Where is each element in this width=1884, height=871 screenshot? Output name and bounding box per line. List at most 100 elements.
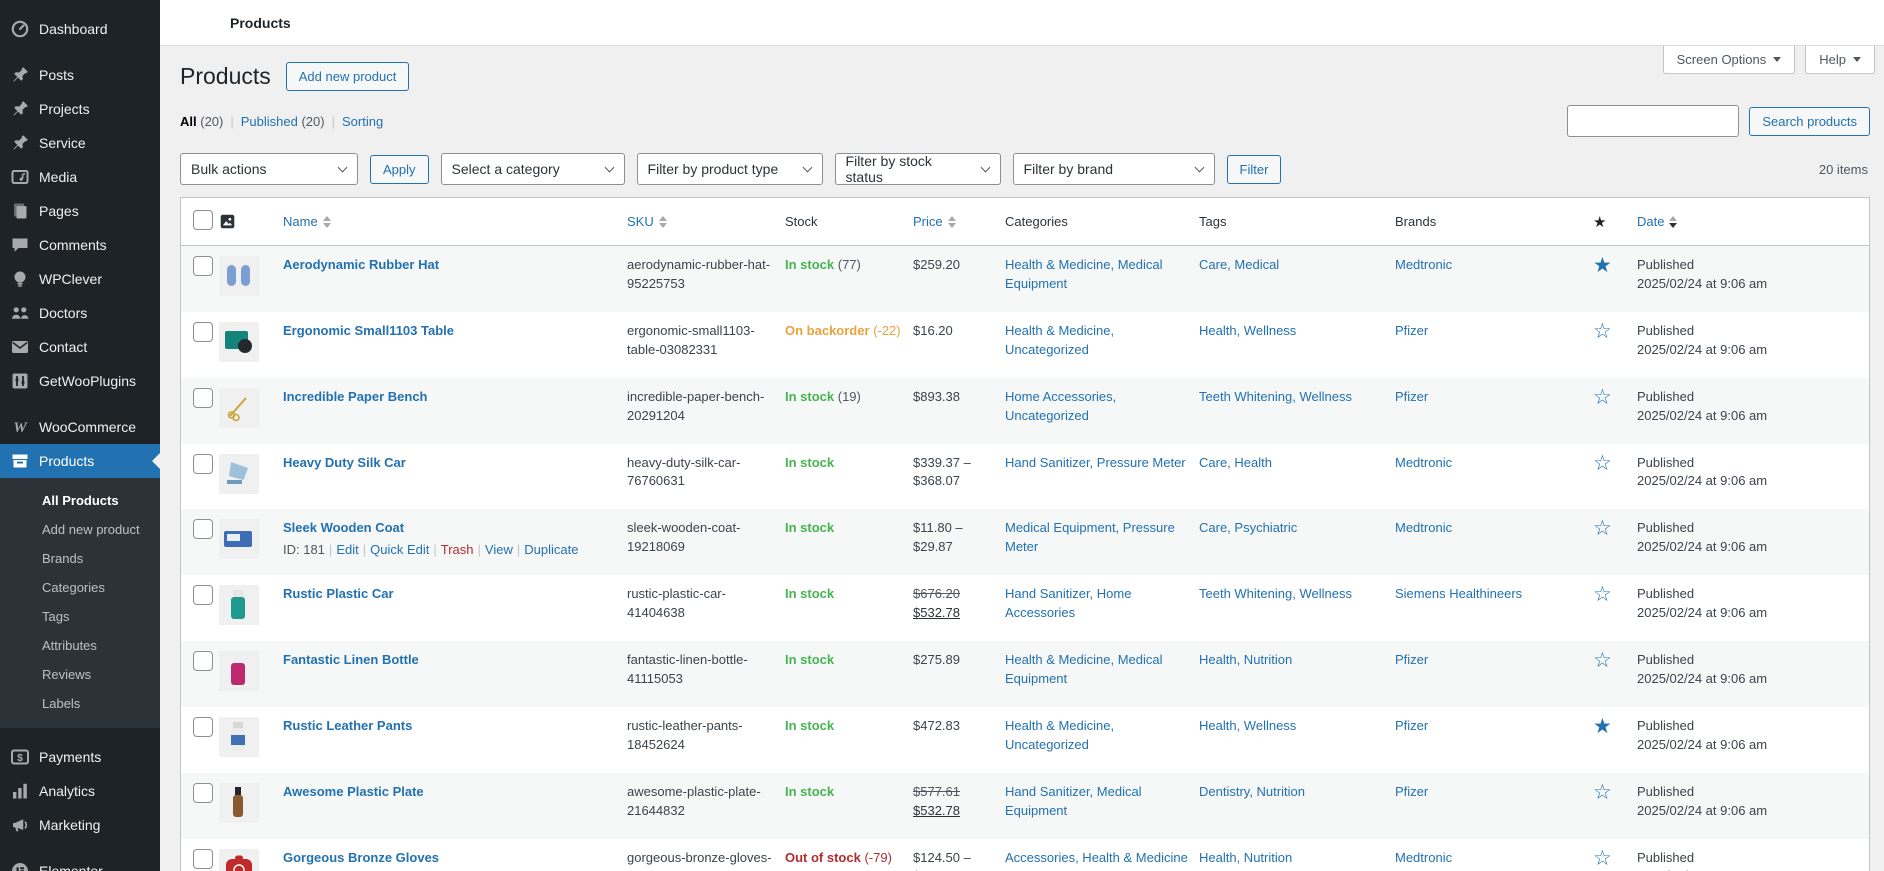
sidebar-item-contact[interactable]: Contact [0, 330, 160, 364]
product-brands[interactable]: Siemens Healthineers [1395, 586, 1522, 601]
view-published[interactable]: Published [241, 114, 298, 129]
row-checkbox[interactable] [193, 322, 213, 342]
view-sorting[interactable]: Sorting [342, 114, 383, 129]
star-outline-icon[interactable]: ☆ [1593, 649, 1612, 672]
product-thumbnail[interactable] [219, 585, 259, 625]
product-name-link[interactable]: Heavy Duty Silk Car [283, 455, 406, 470]
sort-by-name[interactable]: Name [283, 214, 331, 229]
sidebar-subitem-tags[interactable]: Tags [0, 602, 160, 631]
product-categories[interactable]: Health & Medicine, Uncategorized [1005, 323, 1114, 357]
filter-button[interactable]: Filter [1227, 155, 1282, 184]
product-categories[interactable]: Health & Medicine, Medical Equipment [1005, 257, 1163, 291]
product-brands[interactable]: Pfizer [1395, 323, 1428, 338]
product-thumbnail[interactable] [219, 256, 259, 296]
product-brands[interactable]: Medtronic [1395, 520, 1452, 535]
sidebar-item-doctors[interactable]: Doctors [0, 296, 160, 330]
product-tags[interactable]: Dentistry, Nutrition [1199, 784, 1305, 799]
sidebar-subitem-categories[interactable]: Categories [0, 573, 160, 602]
row-action-trash[interactable]: Trash [441, 542, 474, 557]
sidebar-subitem-reviews[interactable]: Reviews [0, 660, 160, 689]
star-outline-icon[interactable]: ☆ [1593, 452, 1612, 475]
sort-by-sku[interactable]: SKU [627, 214, 667, 229]
product-tags[interactable]: Care, Psychiatric [1199, 520, 1297, 535]
view-all[interactable]: All [180, 114, 197, 129]
row-checkbox[interactable] [193, 519, 213, 539]
product-thumbnail[interactable] [219, 454, 259, 494]
product-tags[interactable]: Care, Health [1199, 455, 1272, 470]
sidebar-item-payments[interactable]: $Payments [0, 740, 160, 774]
bulk-actions-select[interactable]: Bulk actions [180, 153, 358, 185]
screen-options-button[interactable]: Screen Options [1663, 46, 1796, 74]
product-brands[interactable]: Medtronic [1395, 257, 1452, 272]
sidebar-item-posts[interactable]: Posts [0, 58, 160, 92]
product-brands[interactable]: Medtronic [1395, 850, 1452, 865]
row-action-edit[interactable]: Edit [336, 542, 358, 557]
product-thumbnail[interactable] [219, 388, 259, 428]
sidebar-item-pages[interactable]: Pages [0, 194, 160, 228]
product-thumbnail[interactable] [219, 322, 259, 362]
help-button[interactable]: Help [1805, 46, 1875, 74]
featured-star-icon[interactable]: ★ [1593, 715, 1612, 738]
product-tags[interactable]: Health, Wellness [1199, 323, 1296, 338]
product-name-link[interactable]: Incredible Paper Bench [283, 389, 428, 404]
star-outline-icon[interactable]: ☆ [1593, 781, 1612, 804]
row-checkbox[interactable] [193, 717, 213, 737]
sidebar-item-service[interactable]: Service [0, 126, 160, 160]
row-checkbox[interactable] [193, 783, 213, 803]
product-categories[interactable]: Health & Medicine, Medical Equipment [1005, 652, 1163, 686]
star-outline-icon[interactable]: ☆ [1593, 320, 1612, 343]
product-tags[interactable]: Health, Wellness [1199, 718, 1296, 733]
product-thumbnail[interactable] [219, 849, 259, 871]
product-brands[interactable]: Medtronic [1395, 455, 1452, 470]
product-name-link[interactable]: Aerodynamic Rubber Hat [283, 257, 439, 272]
product-thumbnail[interactable] [219, 783, 259, 823]
product-name-link[interactable]: Rustic Plastic Car [283, 586, 394, 601]
sidebar-item-wpclever[interactable]: WPClever [0, 262, 160, 296]
product-categories[interactable]: Hand Sanitizer, Pressure Meter [1005, 455, 1186, 470]
star-outline-icon[interactable]: ☆ [1593, 847, 1612, 870]
product-categories[interactable]: Accessories, Health & Medicine [1005, 850, 1188, 865]
product-name-link[interactable]: Awesome Plastic Plate [283, 784, 424, 799]
featured-star-icon[interactable]: ★ [1593, 254, 1612, 277]
product-thumbnail[interactable] [219, 519, 259, 559]
product-brands[interactable]: Pfizer [1395, 718, 1428, 733]
category-filter-select[interactable]: Select a category [441, 153, 625, 185]
sidebar-subitem-brands[interactable]: Brands [0, 544, 160, 573]
sidebar-item-media[interactable]: Media [0, 160, 160, 194]
sidebar-item-getwooplugins[interactable]: GetWooPlugins [0, 364, 160, 398]
product-name-link[interactable]: Sleek Wooden Coat [283, 520, 404, 535]
product-categories[interactable]: Home Accessories, Uncategorized [1005, 389, 1116, 423]
star-outline-icon[interactable]: ☆ [1593, 386, 1612, 409]
brand-filter-select[interactable]: Filter by brand [1013, 153, 1215, 185]
sidebar-subitem-add-new-product[interactable]: Add new product [0, 515, 160, 544]
row-checkbox[interactable] [193, 585, 213, 605]
sidebar-item-products[interactable]: Products [0, 444, 160, 478]
sidebar-item-projects[interactable]: Projects [0, 92, 160, 126]
row-action-quick-edit[interactable]: Quick Edit [370, 542, 429, 557]
product-categories[interactable]: Hand Sanitizer, Medical Equipment [1005, 784, 1142, 818]
row-checkbox[interactable] [193, 256, 213, 276]
search-input[interactable] [1567, 105, 1739, 137]
row-checkbox[interactable] [193, 454, 213, 474]
row-checkbox[interactable] [193, 388, 213, 408]
sidebar-item-elementor[interactable]: Elementor [0, 854, 160, 871]
product-tags[interactable]: Health, Nutrition [1199, 652, 1292, 667]
product-name-link[interactable]: Ergonomic Small1103 Table [283, 323, 454, 338]
product-name-link[interactable]: Rustic Leather Pants [283, 718, 412, 733]
product-name-link[interactable]: Fantastic Linen Bottle [283, 652, 419, 667]
product-categories[interactable]: Medical Equipment, Pressure Meter [1005, 520, 1175, 554]
product-thumbnail[interactable] [219, 651, 259, 691]
product-brands[interactable]: Pfizer [1395, 389, 1428, 404]
product-type-filter-select[interactable]: Filter by product type [637, 153, 823, 185]
search-products-button[interactable]: Search products [1749, 107, 1870, 136]
sidebar-item-comments[interactable]: Comments [0, 228, 160, 262]
product-brands[interactable]: Pfizer [1395, 652, 1428, 667]
sidebar-item-dashboard[interactable]: Dashboard [0, 12, 160, 46]
sidebar-subitem-all-products[interactable]: All Products [0, 486, 160, 515]
sidebar-item-analytics[interactable]: Analytics [0, 774, 160, 808]
row-checkbox[interactable] [193, 651, 213, 671]
star-outline-icon[interactable]: ☆ [1593, 517, 1612, 540]
product-tags[interactable]: Teeth Whitening, Wellness [1199, 389, 1352, 404]
row-checkbox[interactable] [193, 849, 213, 869]
product-tags[interactable]: Teeth Whitening, Wellness [1199, 586, 1352, 601]
